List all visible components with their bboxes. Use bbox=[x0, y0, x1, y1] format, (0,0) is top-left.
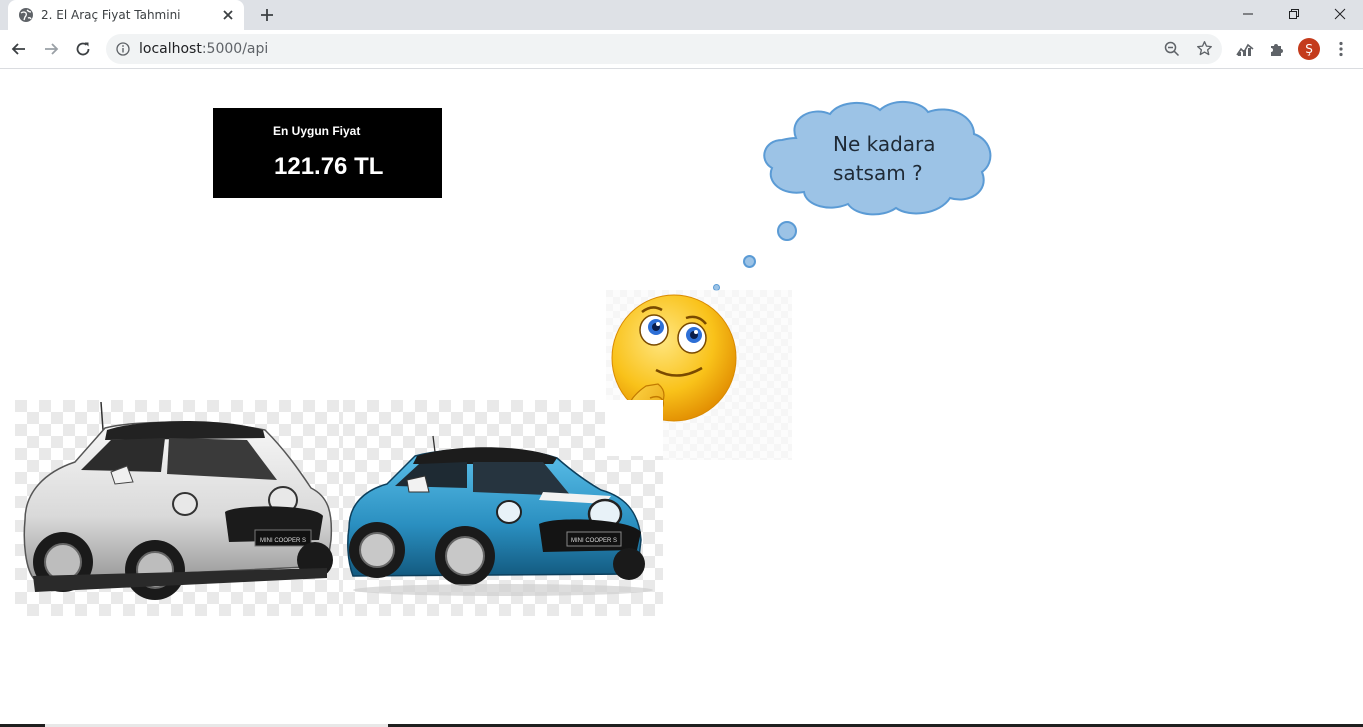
white-car-plate: MINI COOPER S bbox=[260, 538, 306, 544]
arrow-left-icon[interactable] bbox=[9, 39, 29, 59]
puzzle-icon[interactable] bbox=[1268, 40, 1286, 58]
tab-strip: 2. El Araç Fiyat Tahmini bbox=[0, 0, 1363, 30]
zoom-icon[interactable] bbox=[1164, 41, 1180, 57]
window-close-button[interactable] bbox=[1317, 0, 1363, 28]
white-car-image: MINI COOPER S bbox=[15, 400, 343, 616]
restore-button[interactable] bbox=[1271, 0, 1317, 28]
url-host: localhost bbox=[139, 41, 202, 57]
minimize-button[interactable] bbox=[1225, 0, 1271, 28]
info-icon[interactable] bbox=[116, 42, 130, 56]
kebab-menu-icon[interactable] bbox=[1332, 40, 1350, 58]
window-close-icon bbox=[1334, 8, 1346, 20]
restore-icon bbox=[1289, 9, 1299, 19]
thought-text: Ne kadara satsam ? bbox=[833, 132, 936, 185]
thought-bubble-medium bbox=[743, 255, 756, 268]
price-label: En Uygun Fiyat bbox=[273, 124, 361, 138]
thought-bubble-large bbox=[777, 221, 797, 241]
browser-toolbar: localhost:5000/api Ş bbox=[0, 30, 1363, 69]
plus-icon[interactable] bbox=[258, 6, 276, 24]
url-text: localhost:5000/api bbox=[139, 41, 268, 57]
price-value: 121.76 TL bbox=[274, 153, 384, 180]
reload-icon[interactable] bbox=[73, 39, 93, 59]
minimize-icon bbox=[1243, 13, 1253, 15]
tab-title: 2. El Araç Fiyat Tahmini bbox=[41, 8, 181, 22]
analytics-icon[interactable] bbox=[1236, 40, 1254, 58]
blue-car-plate: MINI COOPER S bbox=[571, 538, 617, 544]
browser-tab[interactable]: 2. El Araç Fiyat Tahmini bbox=[8, 0, 244, 30]
globe-icon bbox=[19, 8, 33, 22]
address-bar[interactable]: localhost:5000/api bbox=[106, 34, 1222, 64]
url-path: :5000/api bbox=[201, 41, 269, 57]
arrow-right-icon[interactable] bbox=[41, 39, 61, 59]
price-box: En Uygun Fiyat 121.76 TL bbox=[213, 108, 442, 198]
avatar[interactable]: Ş bbox=[1298, 38, 1320, 60]
close-icon[interactable] bbox=[221, 8, 235, 22]
star-icon[interactable] bbox=[1196, 40, 1213, 57]
blue-car-image: MINI COOPER S bbox=[343, 400, 663, 616]
